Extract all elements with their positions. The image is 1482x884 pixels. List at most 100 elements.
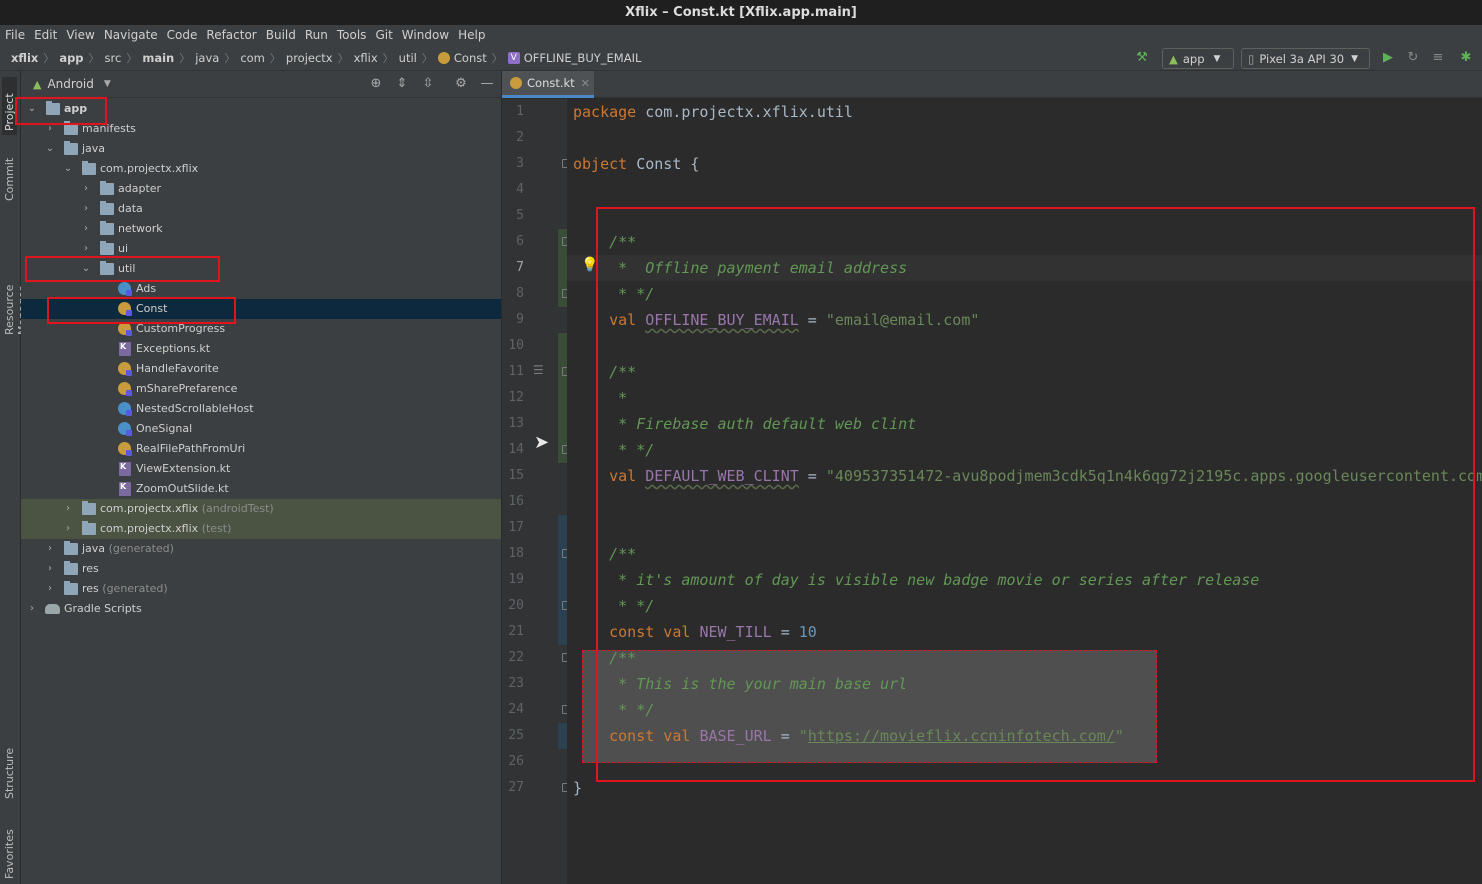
folder-icon <box>64 141 78 155</box>
android-icon: ▲ <box>33 77 42 91</box>
kotlin-class-icon <box>118 282 132 296</box>
debug-icon[interactable]: ✱ <box>1458 50 1474 66</box>
tree-item-adapter[interactable]: › adapter <box>21 179 501 199</box>
chevron-down-icon[interactable]: ▼ <box>104 79 111 89</box>
line-number: 17 <box>508 520 524 535</box>
line-number: 14 <box>508 442 524 457</box>
line-number: 11 <box>508 364 524 379</box>
tree-item-realfilepathfromuri[interactable]: RealFilePathFromUri <box>21 439 501 459</box>
gradle-icon <box>45 604 60 614</box>
locate-icon[interactable]: ⊕ <box>369 77 383 91</box>
kotlin-class-icon <box>437 51 450 64</box>
close-icon[interactable]: ✕ <box>581 77 590 90</box>
tree-item-java[interactable]: ⌄ java <box>21 139 501 159</box>
menu-window[interactable]: Window <box>402 28 449 42</box>
line-number: 8 <box>516 286 524 301</box>
property-icon: V <box>507 51 520 64</box>
breadcrumb-util[interactable]: util <box>399 51 417 65</box>
menu-edit[interactable]: Edit <box>34 28 57 42</box>
run-config-dropdown[interactable]: ▲ app ▼ <box>1162 48 1234 69</box>
chevron-down-icon[interactable]: ⌄ <box>44 139 56 159</box>
tree-item-androidtest[interactable]: › com.projectx.xflix (androidTest) <box>21 499 501 519</box>
tree-item-network[interactable]: › network <box>21 219 501 239</box>
structure-popup-icon[interactable]: ☰ <box>533 363 544 377</box>
chevron-right-icon[interactable]: › <box>44 559 56 579</box>
tab-structure[interactable]: Structure <box>2 739 17 803</box>
device-icon: ▯ <box>1248 51 1255 66</box>
breadcrumb-java[interactable]: java <box>195 51 219 65</box>
tab-favorites[interactable]: Favorites <box>2 823 17 883</box>
tree-item-gradle-scripts[interactable]: › Gradle Scripts <box>21 599 501 619</box>
minimize-icon[interactable]: — <box>480 77 494 91</box>
menu-bar: File Edit View Navigate Code Refactor Bu… <box>0 25 1482 45</box>
build-hammer-icon[interactable]: ⚒ <box>1134 50 1150 66</box>
collapse-all-icon[interactable]: ⇳ <box>421 77 435 91</box>
chevron-right-icon[interactable]: › <box>80 199 92 219</box>
menu-navigate[interactable]: Navigate <box>104 28 158 42</box>
menu-git[interactable]: Git <box>375 28 392 42</box>
chevron-right-icon[interactable]: › <box>62 499 74 519</box>
tree-item-zoomoutslide[interactable]: ZoomOutSlide.kt <box>21 479 501 499</box>
kotlin-object-icon <box>118 382 132 396</box>
breadcrumb-offline-buy-email[interactable]: OFFLINE_BUY_EMAIL <box>524 51 642 65</box>
breadcrumb-projectx[interactable]: projectx <box>286 51 333 65</box>
vcs-change-marker[interactable] <box>558 723 567 749</box>
menu-build[interactable]: Build <box>266 28 296 42</box>
annotation-box-app <box>15 97 107 125</box>
chevron-right-icon[interactable]: › <box>80 179 92 199</box>
chevron-right-icon[interactable]: › <box>26 599 38 619</box>
menu-file[interactable]: File <box>5 28 25 42</box>
code-editor[interactable]: 💡 package com.projectx.xflix.util object… <box>567 99 1482 884</box>
menu-help[interactable]: Help <box>458 28 485 42</box>
breadcrumb-separator: 〉 <box>43 51 55 65</box>
tree-item-test[interactable]: › com.projectx.xflix (test) <box>21 519 501 539</box>
tab-const-kt[interactable]: Const.kt ✕ <box>502 71 594 98</box>
breadcrumb-com[interactable]: com <box>240 51 265 65</box>
tree-item-java-generated[interactable]: › java (generated) <box>21 539 501 559</box>
apply-changes-icon[interactable]: ↻ <box>1405 50 1421 66</box>
vcs-change-marker[interactable] <box>558 333 567 463</box>
gear-icon[interactable]: ⚙ <box>454 77 468 91</box>
chevron-right-icon[interactable]: › <box>80 219 92 239</box>
chevron-down-icon[interactable]: ⌄ <box>62 159 74 179</box>
breadcrumb-xflix-pkg[interactable]: xflix <box>354 51 378 65</box>
run-icon[interactable]: ▶ <box>1380 50 1396 66</box>
vcs-change-marker[interactable] <box>558 515 567 645</box>
run-config-label: app <box>1182 51 1205 66</box>
menu-refactor[interactable]: Refactor <box>206 28 256 42</box>
tree-item-msharepreference[interactable]: mSharePrefarence <box>21 379 501 399</box>
expand-all-icon[interactable]: ⇕ <box>395 77 409 91</box>
tree-item-viewextension[interactable]: ViewExtension.kt <box>21 459 501 479</box>
chevron-right-icon[interactable]: › <box>62 519 74 539</box>
apply-code-changes-icon[interactable]: ≡ <box>1430 50 1446 66</box>
tree-item-data[interactable]: › data <box>21 199 501 219</box>
tree-item-nestedscrollablehost[interactable]: NestedScrollableHost <box>21 399 501 419</box>
breadcrumb-main[interactable]: main <box>142 51 174 65</box>
chevron-right-icon[interactable]: › <box>44 539 56 559</box>
chevron-right-icon[interactable]: › <box>44 579 56 599</box>
package-icon <box>82 161 96 175</box>
kotlin-object-icon <box>118 442 132 456</box>
breadcrumb-src[interactable]: src <box>105 51 122 65</box>
package-icon <box>100 221 114 235</box>
line-number: 9 <box>516 312 524 327</box>
line-number: 13 <box>508 416 524 431</box>
tree-item-res[interactable]: › res <box>21 559 501 579</box>
tree-item-ads[interactable]: Ads <box>21 279 501 299</box>
breadcrumb-const[interactable]: Const <box>454 51 487 65</box>
tree-item-onesignal[interactable]: OneSignal <box>21 419 501 439</box>
menu-tools[interactable]: Tools <box>337 28 367 42</box>
project-view-selector[interactable]: Android <box>47 77 93 91</box>
breadcrumb-xflix[interactable]: xflix <box>11 51 38 65</box>
tree-item-package[interactable]: ⌄ com.projectx.xflix <box>21 159 501 179</box>
menu-code[interactable]: Code <box>167 28 198 42</box>
tab-label: Const.kt <box>527 76 575 90</box>
menu-run[interactable]: Run <box>305 28 328 42</box>
tree-item-handlefavorite[interactable]: HandleFavorite <box>21 359 501 379</box>
tab-commit[interactable]: Commit <box>2 149 17 205</box>
menu-view[interactable]: View <box>66 28 94 42</box>
device-dropdown[interactable]: ▯ Pixel 3a API 30 ▼ <box>1241 48 1370 69</box>
breadcrumb-app[interactable]: app <box>59 51 83 65</box>
tree-item-exceptions[interactable]: Exceptions.kt <box>21 339 501 359</box>
tree-item-res-generated[interactable]: › res (generated) <box>21 579 501 599</box>
